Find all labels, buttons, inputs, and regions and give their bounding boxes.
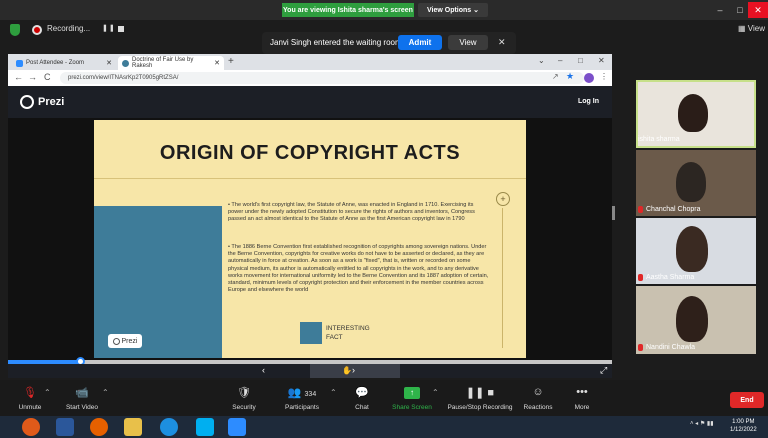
end-meeting-button[interactable]: End bbox=[730, 392, 764, 408]
pause-icon[interactable]: ❚❚ bbox=[102, 24, 116, 32]
interesting-fact-label: INTERESTING FACT bbox=[326, 324, 370, 342]
slide-paragraph-1: • The world's first copyright law, the S… bbox=[228, 202, 475, 223]
fullscreen-icon[interactable]: ⤢ bbox=[600, 365, 607, 376]
encryption-shield-icon bbox=[10, 24, 20, 36]
screen-share-banner: You are viewing Ishita sharma's screen bbox=[282, 3, 414, 17]
new-tab-button[interactable]: + bbox=[228, 56, 234, 67]
prezi-badge-text: Prezi bbox=[121, 337, 138, 345]
zoom-favicon-icon bbox=[16, 59, 23, 67]
pause-stop-recording-button[interactable]: ❚❚ ■ Pause/Stop Recording bbox=[442, 386, 518, 411]
next-step-icon[interactable]: › bbox=[352, 365, 355, 375]
admit-button[interactable]: Admit bbox=[398, 35, 442, 50]
stop-icon[interactable] bbox=[118, 26, 124, 32]
internet-explorer-icon[interactable] bbox=[160, 418, 178, 436]
prezi-logo-text: Prezi bbox=[38, 96, 65, 108]
mouse-cursor-icon: ✋ bbox=[342, 366, 352, 375]
login-link[interactable]: Log In bbox=[578, 98, 599, 105]
previous-step-icon[interactable]: ‹ bbox=[262, 365, 265, 375]
close-notification-icon[interactable]: ✕ bbox=[498, 37, 506, 48]
share-page-icon[interactable]: ↗ bbox=[552, 72, 559, 81]
unmute-button[interactable]: 🎙 Unmute bbox=[0, 386, 60, 411]
more-dots-icon: ••• bbox=[576, 386, 588, 398]
share-caret-icon[interactable]: ⌃ bbox=[432, 388, 439, 397]
more-button[interactable]: ••• More bbox=[552, 386, 612, 411]
firefox-icon[interactable] bbox=[90, 418, 108, 436]
muted-mic-icon bbox=[638, 344, 643, 351]
video-options-caret-icon[interactable]: ⌃ bbox=[102, 388, 109, 397]
slide-paragraph-2: • The 1886 Berne Convention first establ… bbox=[228, 244, 489, 294]
zoom-taskbar-icon[interactable] bbox=[228, 418, 246, 436]
prezi-header bbox=[8, 86, 612, 118]
security-button[interactable]: 🛡 Security bbox=[214, 386, 274, 411]
system-tray-icons[interactable]: ˄ ◂ ⚑ ▮▮ bbox=[690, 420, 714, 427]
browser-maximize-button[interactable]: □ bbox=[578, 56, 583, 65]
close-window-button[interactable]: ✕ bbox=[748, 2, 768, 18]
view-options-button[interactable]: View Options ⌄ bbox=[418, 3, 488, 17]
prezi-watermark-badge[interactable]: Prezi bbox=[108, 334, 142, 348]
prezi-badge-icon bbox=[112, 337, 120, 345]
minimize-button[interactable]: – bbox=[710, 2, 730, 18]
recording-icon bbox=[32, 25, 42, 35]
reload-icon[interactable]: C bbox=[44, 72, 51, 82]
tab-search-icon[interactable]: ⌄ bbox=[538, 56, 545, 65]
participant-name: Aastha Sharma bbox=[638, 274, 694, 281]
shield-icon: 🛡 bbox=[237, 387, 251, 399]
avatar bbox=[676, 162, 706, 202]
waiting-room-message: Janvi Singh entered the waiting room bbox=[270, 38, 402, 47]
pause-stop-icon: ❚❚ ■ bbox=[465, 387, 495, 399]
word-icon[interactable] bbox=[56, 418, 74, 436]
slide-vertical-line bbox=[502, 208, 503, 348]
step-nav-area bbox=[310, 364, 400, 378]
participants-icon: 👥 334 bbox=[287, 387, 317, 399]
tab-label: Post Attendee - Zoom bbox=[26, 60, 85, 66]
file-explorer-icon[interactable] bbox=[124, 418, 142, 436]
prezi-logo-icon bbox=[20, 95, 34, 109]
participants-button[interactable]: 👥 334 Participants bbox=[272, 386, 332, 411]
avatar bbox=[678, 94, 708, 132]
close-tab-icon[interactable]: ✕ bbox=[214, 59, 220, 67]
browser-menu-icon[interactable]: ⋮ bbox=[600, 72, 608, 81]
maximize-button[interactable]: □ bbox=[730, 2, 750, 18]
close-tab-icon[interactable]: ✕ bbox=[106, 59, 112, 67]
avatar bbox=[676, 296, 708, 342]
zoom-in-plus-icon[interactable]: + bbox=[496, 192, 510, 206]
browser-tab-prezi[interactable]: Doctrine of Fair Use by Rakesh ✕ bbox=[118, 56, 224, 70]
back-arrow-icon[interactable]: ← bbox=[14, 72, 23, 82]
participant-name: Chanchal Chopra bbox=[638, 206, 700, 213]
prezi-favicon-icon bbox=[122, 59, 129, 67]
tab-label: Doctrine of Fair Use by Rakesh bbox=[132, 57, 194, 69]
participant-name: ishita sharma bbox=[638, 136, 680, 143]
windows-taskbar bbox=[0, 416, 768, 438]
url-field[interactable]: prezi.com/view/ITNAsrKp2T0905gRtZSA/ bbox=[60, 72, 584, 84]
screen: You are viewing Ishita sharma's screen V… bbox=[0, 0, 768, 438]
audio-options-caret-icon[interactable]: ⌃ bbox=[44, 388, 51, 397]
recording-label: Recording... bbox=[47, 24, 91, 33]
slide-title: ORIGIN OF COPYRIGHT ACTS bbox=[159, 142, 461, 164]
start-orb-icon[interactable] bbox=[22, 418, 40, 436]
browser-close-button[interactable]: ✕ bbox=[598, 56, 605, 65]
muted-mic-icon bbox=[638, 274, 643, 281]
bookmark-star-icon[interactable]: ★ bbox=[566, 71, 574, 82]
skype-icon[interactable] bbox=[196, 418, 214, 436]
title-divider bbox=[94, 178, 526, 179]
participant-name: Nandini Chawla bbox=[638, 344, 695, 351]
prezi-logo[interactable]: Prezi bbox=[20, 95, 64, 109]
muted-microphone-icon: 🎙 bbox=[23, 387, 37, 399]
view-waiting-button[interactable]: View bbox=[448, 35, 488, 50]
browser-tab-zoom[interactable]: Post Attendee - Zoom ✕ bbox=[12, 56, 116, 70]
avatar bbox=[676, 226, 708, 272]
fact-box bbox=[300, 322, 322, 344]
fact-line-2: FACT bbox=[326, 334, 343, 341]
fact-line-1: INTERESTING bbox=[326, 325, 370, 332]
resize-handle[interactable] bbox=[612, 206, 615, 220]
muted-mic-icon bbox=[638, 206, 643, 213]
profile-avatar[interactable] bbox=[584, 73, 594, 83]
view-layout-button[interactable]: ▦ View bbox=[738, 24, 765, 33]
taskbar-clock[interactable]: 1:00 PM 1/12/2022 bbox=[730, 418, 757, 434]
browser-minimize-button[interactable]: – bbox=[558, 56, 562, 65]
forward-arrow-icon[interactable]: → bbox=[28, 72, 37, 82]
